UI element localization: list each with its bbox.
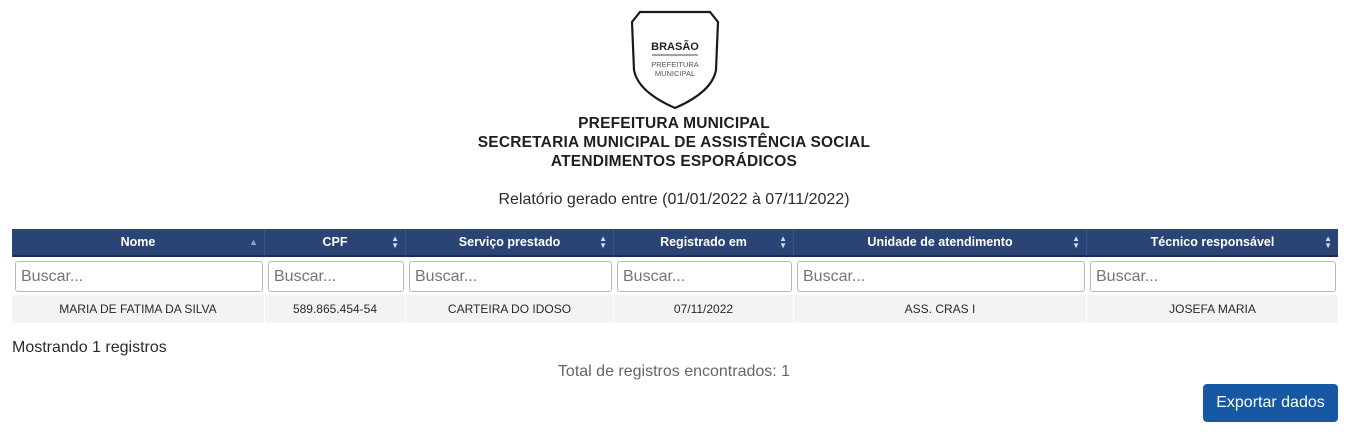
sort-icon: ▲ ▼ (391, 234, 399, 250)
column-header-servico[interactable]: Serviço prestado ▲ ▼ (406, 229, 614, 255)
cell-servico: CARTEIRA DO IDOSO (406, 295, 614, 323)
crest-line2: MUNICIPAL (655, 69, 695, 78)
column-header-unidade[interactable]: Unidade de atendimento ▲ ▼ (794, 229, 1087, 255)
filter-row (12, 257, 1338, 295)
column-label: Unidade de atendimento (867, 235, 1013, 249)
column-header-nome[interactable]: Nome ▲ (12, 229, 265, 255)
column-header-registrado[interactable]: Registrado em ▲ ▼ (614, 229, 794, 255)
filter-tecnico-input[interactable] (1090, 261, 1336, 292)
filter-registrado-input[interactable] (617, 261, 792, 292)
title-secretaria: SECRETARIA MUNICIPAL DE ASSISTÊNCIA SOCI… (477, 134, 871, 151)
filter-unidade-input[interactable] (797, 261, 1085, 292)
report-titles: PREFEITURA MUNICIPAL SECRETARIA MUNICIPA… (0, 114, 1348, 171)
column-label: CPF (322, 235, 348, 249)
column-label: Técnico responsável (1150, 235, 1275, 249)
report-period: Relatório gerado entre (01/01/2022 à 07/… (498, 191, 850, 208)
cell-cpf: 589.865.454-54 (265, 295, 406, 323)
filter-servico-input[interactable] (409, 261, 612, 292)
column-header-cpf[interactable]: CPF ▲ ▼ (265, 229, 406, 255)
crest-logo: BRASÃO PREFEITURA MUNICIPAL (628, 10, 722, 110)
cell-registrado: 07/11/2022 (614, 295, 794, 323)
records-total-text: Total de registros encontrados: 1 (557, 363, 791, 380)
sort-icon: ▲ ▼ (779, 234, 787, 250)
filter-nome-input[interactable] (15, 261, 263, 292)
filter-cpf-input[interactable] (268, 261, 404, 292)
column-label: Registrado em (660, 235, 747, 249)
cell-unidade: ASS. CRAS I (794, 295, 1087, 323)
column-header-tecnico[interactable]: Técnico responsável ▲ ▼ (1087, 229, 1338, 255)
table-row[interactable]: MARIA DE FATIMA DA SILVA 589.865.454-54 … (12, 295, 1338, 323)
title-report: ATENDIMENTOS ESPORÁDICOS (550, 153, 798, 170)
cell-tecnico: JOSEFA MARIA (1169, 302, 1256, 316)
records-showing-text: Mostrando 1 registros (12, 339, 167, 356)
column-label: Serviço prestado (458, 235, 561, 249)
sort-icon: ▲ ▼ (599, 234, 607, 250)
title-prefeitura: PREFEITURA MUNICIPAL (578, 115, 770, 132)
export-data-button[interactable]: Exportar dados (1203, 384, 1338, 422)
sort-icon: ▲ ▼ (1072, 234, 1080, 250)
sort-ascending-icon: ▲ (249, 236, 258, 247)
sort-icon: ▲ ▼ (1324, 234, 1332, 250)
table-header: Nome ▲ CPF ▲ ▼ Serviço prestado ▲ ▼ Regist… (12, 229, 1338, 257)
column-label: Nome (120, 235, 156, 249)
crest-title: BRASÃO (651, 40, 699, 53)
crest-line1: PREFEITURA (651, 60, 699, 69)
cell-nome: MARIA DE FATIMA DA SILVA (12, 295, 265, 323)
results-table: Nome ▲ CPF ▲ ▼ Serviço prestado ▲ ▼ Regist… (12, 229, 1338, 323)
